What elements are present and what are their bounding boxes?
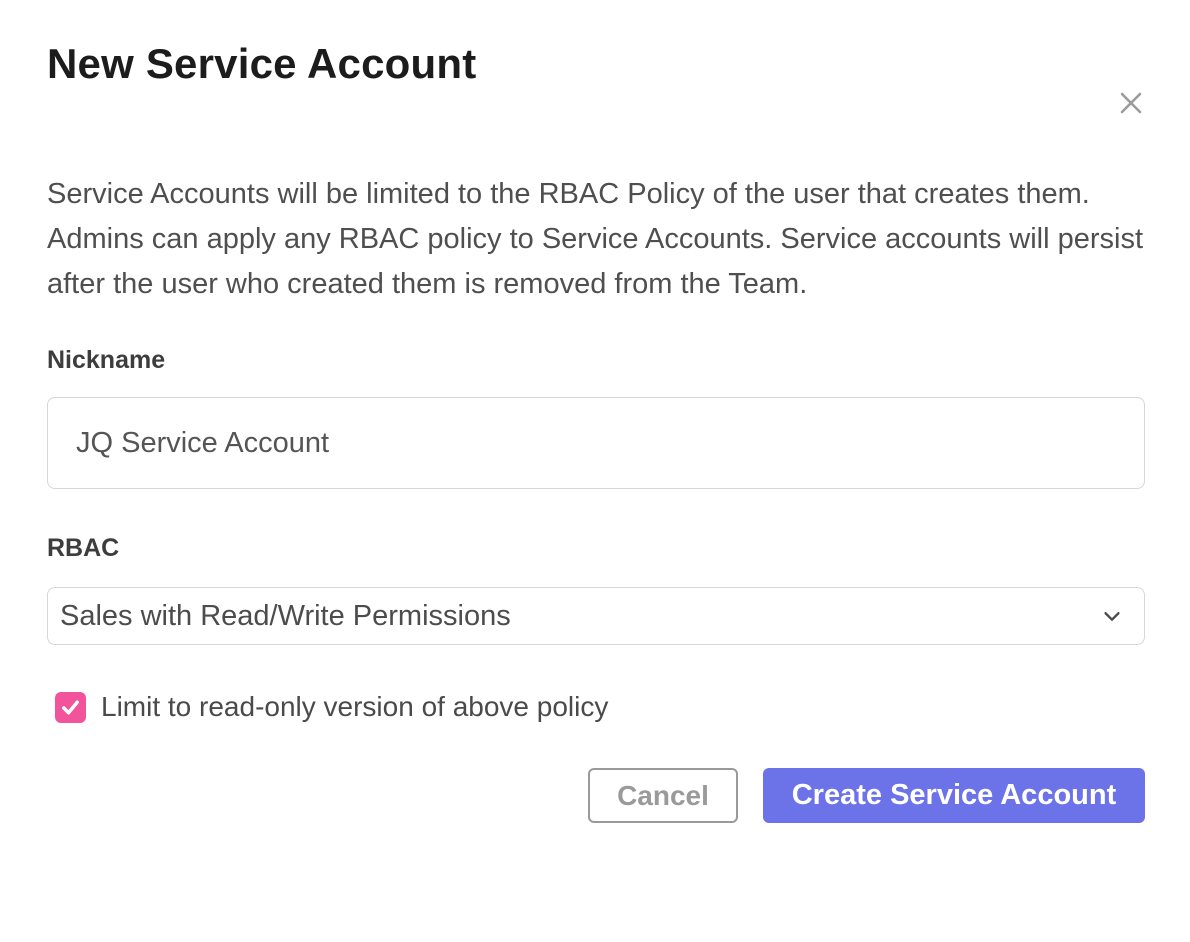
limit-readonly-checkbox[interactable] (55, 692, 86, 723)
new-service-account-dialog: New Service Account Service Accounts wil… (0, 38, 1190, 942)
dialog-title: New Service Account (47, 38, 1145, 90)
checkmark-icon (59, 696, 82, 719)
dialog-description: Service Accounts will be limited to the … (47, 172, 1147, 307)
close-button[interactable] (1114, 86, 1148, 120)
rbac-label: RBAC (47, 533, 1145, 563)
rbac-select[interactable]: Sales with Read/Write Permissions (47, 587, 1145, 645)
dialog-footer: Cancel Create Service Account (47, 768, 1145, 823)
nickname-label: Nickname (47, 345, 1145, 375)
close-icon (1116, 88, 1146, 118)
limit-readonly-row: Limit to read-only version of above poli… (47, 691, 1145, 723)
create-service-account-button[interactable]: Create Service Account (763, 768, 1145, 823)
rbac-select-wrapper: Sales with Read/Write Permissions (47, 587, 1145, 645)
limit-readonly-label[interactable]: Limit to read-only version of above poli… (101, 691, 608, 723)
cancel-button[interactable]: Cancel (588, 768, 738, 823)
nickname-input[interactable] (47, 397, 1145, 489)
